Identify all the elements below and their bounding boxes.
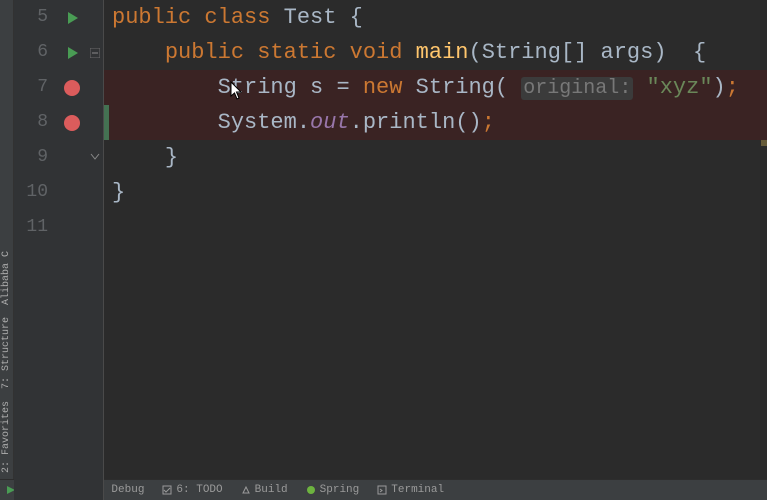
gutter[interactable]: 5 xyxy=(14,0,104,35)
code-text[interactable] xyxy=(104,245,767,500)
gutter[interactable]: 10 xyxy=(14,175,104,210)
code-text[interactable] xyxy=(104,210,767,245)
editor-lines: 5 public class Test { 6 public stati xyxy=(14,0,767,500)
line-number: 9 xyxy=(14,140,54,175)
line-number: 11 xyxy=(14,210,54,245)
code-text[interactable]: } xyxy=(104,175,767,210)
breakpoint-icon[interactable] xyxy=(64,80,80,96)
code-line: 7 String s = new String( original: "xyz"… xyxy=(14,70,767,105)
toolwindow-alibaba-tab[interactable]: Alibaba C xyxy=(1,251,12,305)
code-text[interactable]: } xyxy=(104,140,767,175)
line-number: 10 xyxy=(14,175,54,210)
line-number: 7 xyxy=(14,70,54,105)
toolwindow-structure-tab[interactable]: 7: Structure xyxy=(1,317,12,389)
line-number: 8 xyxy=(14,105,54,140)
gutter[interactable]: 6 xyxy=(14,35,104,70)
fold-end-icon[interactable] xyxy=(89,152,101,164)
toolwindow-label: 7: Structure xyxy=(1,317,12,389)
code-line: 10 } xyxy=(14,175,767,210)
code-text[interactable]: String s = new String( original: "xyz"); xyxy=(104,70,767,105)
run-gutter-icon[interactable] xyxy=(68,12,78,24)
toolwindow-label: 2: Favorites xyxy=(1,401,12,473)
vcs-change-marker[interactable] xyxy=(104,105,109,140)
parameter-hint: original: xyxy=(521,77,633,100)
code-line: 9 } xyxy=(14,140,767,175)
editor-empty-area[interactable] xyxy=(14,245,767,500)
line-number: 5 xyxy=(14,0,54,35)
code-line: 5 public class Test { xyxy=(14,0,767,35)
gutter xyxy=(14,245,104,500)
code-line: 6 public static void main(String[] args)… xyxy=(14,35,767,70)
toolwindow-label: Alibaba C xyxy=(1,251,12,305)
code-line: 11 xyxy=(14,210,767,245)
code-text[interactable]: public static void main(String[] args) { xyxy=(104,35,767,70)
gutter[interactable]: 7 xyxy=(14,70,104,105)
code-text[interactable]: public class Test { xyxy=(104,0,767,35)
code-line: 8 System.out.println(); xyxy=(14,105,767,140)
code-text[interactable]: System.out.println(); xyxy=(104,105,767,140)
breakpoint-icon[interactable] xyxy=(64,115,80,131)
line-number: 6 xyxy=(14,35,54,70)
code-editor[interactable]: 5 public class Test { 6 public stati xyxy=(14,0,767,479)
run-gutter-icon[interactable] xyxy=(68,47,78,59)
fold-toggle-icon[interactable] xyxy=(89,47,101,59)
gutter[interactable]: 11 xyxy=(14,210,104,245)
gutter[interactable]: 8 xyxy=(14,105,104,140)
gutter[interactable]: 9 xyxy=(14,140,104,175)
toolwindow-favorites-tab[interactable]: 2: Favorites xyxy=(1,401,12,473)
left-toolwindow-strip: Alibaba C 7: Structure 2: Favorites xyxy=(0,0,14,479)
